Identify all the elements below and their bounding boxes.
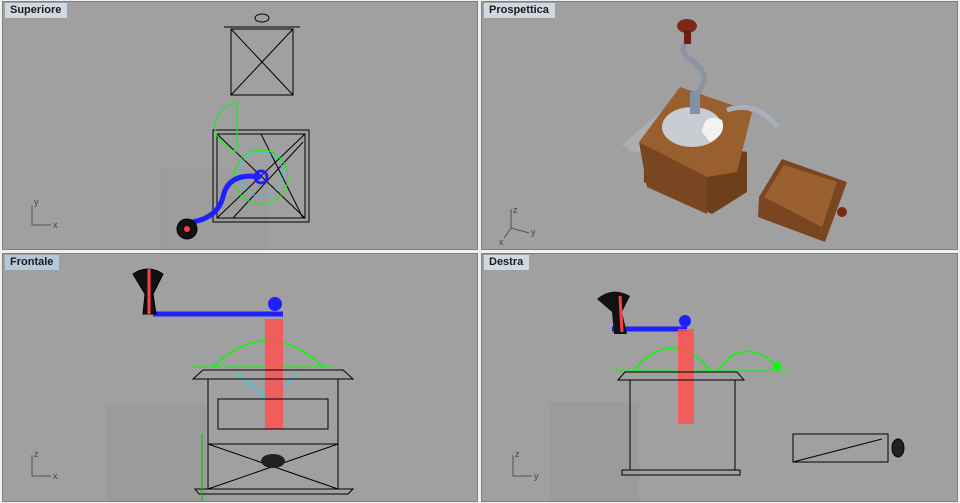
axis-label-y: y [531, 227, 536, 237]
red-mechanism [265, 319, 283, 429]
green-lid [716, 350, 778, 373]
viewport-right[interactable]: Destra z y [481, 253, 958, 502]
axis-label-y: y [534, 471, 539, 481]
construction-grid [106, 404, 206, 501]
drawer-knob-wireframe [261, 454, 285, 468]
viewport-top[interactable]: Superiore y x [2, 1, 478, 250]
blue-crank-hub [268, 297, 282, 311]
crank-knob-wireframe [597, 291, 630, 334]
crank-shaft [690, 92, 700, 114]
construction-grid [549, 402, 639, 501]
viewport-title-front[interactable]: Frontale [5, 255, 60, 270]
axis-label-x: x [53, 220, 58, 230]
axis-label-z: z [515, 449, 520, 459]
crank-arm [680, 34, 707, 96]
axis-label-z: z [34, 449, 39, 459]
drawer-knob [837, 207, 847, 217]
viewport-title-right[interactable]: Destra [484, 255, 530, 270]
axis-label-y: y [34, 197, 39, 207]
front-view-wireframe: z x [31, 268, 355, 501]
viewport-perspective[interactable]: Prospettica z y x [481, 1, 958, 250]
perspective-render: z y x [499, 19, 847, 247]
drawer-wireframe [792, 433, 905, 463]
right-view-wireframe: z y [512, 291, 905, 501]
viewport-title-perspective[interactable]: Prospettica [484, 3, 555, 18]
drawer-wireframe [224, 13, 300, 96]
axis-label-x: x [53, 471, 58, 481]
viewport-front[interactable]: Frontale z x [2, 253, 478, 502]
axis-label-x: x [499, 237, 504, 247]
green-hopper-lid [214, 100, 238, 153]
axis-icon-top [31, 205, 51, 226]
viewport-title-top[interactable]: Superiore [5, 3, 68, 18]
red-mechanism [678, 329, 694, 424]
green-funnel [631, 347, 713, 373]
axis-label-z: z [513, 205, 518, 215]
blue-crank-hub [679, 315, 691, 327]
top-view-wireframe: y x [31, 13, 310, 249]
